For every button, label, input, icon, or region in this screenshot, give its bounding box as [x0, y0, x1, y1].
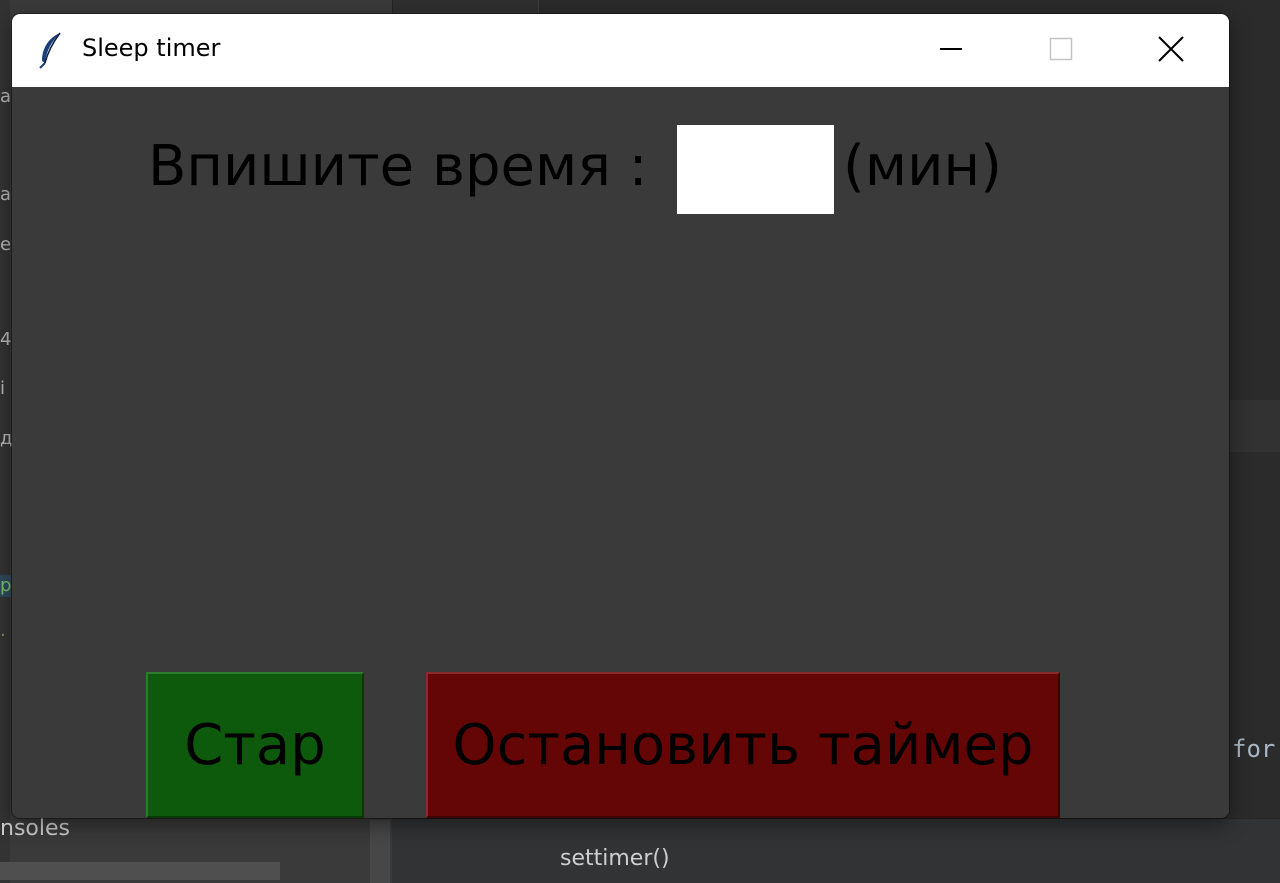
ide-panel-divider: [370, 820, 390, 883]
ide-consoles-label[interactable]: nsoles: [0, 816, 70, 841]
ide-text-fragment: 4: [0, 329, 12, 350]
ide-text-fragment: i: [0, 378, 6, 399]
ide-code-for: for: [1232, 735, 1276, 763]
feather-icon: [36, 31, 66, 69]
ide-text-fragment: a: [0, 184, 12, 205]
minimize-icon: [939, 37, 963, 65]
minimize-button[interactable]: [896, 14, 1006, 87]
start-button[interactable]: Стар: [146, 672, 364, 818]
ide-text-fragment: p: [0, 575, 12, 597]
minutes-input[interactable]: [677, 125, 834, 214]
minutes-unit-label: (мин): [843, 134, 1002, 199]
title-bar[interactable]: Sleep timer: [12, 14, 1229, 87]
ide-text-fragment: д: [0, 428, 13, 449]
maximize-button[interactable]: [1006, 14, 1116, 87]
ide-text-fragment: e: [0, 234, 12, 255]
window-title: Sleep timer: [82, 34, 221, 62]
maximize-icon: [1049, 37, 1073, 65]
close-button[interactable]: [1116, 14, 1226, 87]
ide-text-fragment: .: [0, 620, 6, 641]
ide-code-settimer: settimer(): [560, 846, 670, 871]
time-prompt-label: Впишите время :: [148, 134, 648, 199]
stop-timer-button[interactable]: Остановить таймер: [426, 672, 1060, 818]
close-icon: [1158, 35, 1184, 66]
ide-text-fragment: a: [0, 86, 12, 107]
ide-horizontal-scrollbar[interactable]: [0, 862, 280, 880]
ide-bottom-strip: [392, 818, 1280, 883]
window-content: Впишите время : (мин) Стар Остановить та…: [12, 87, 1229, 818]
sleep-timer-window: Sleep timer Впишите время : (мин) Стар О: [12, 14, 1229, 818]
